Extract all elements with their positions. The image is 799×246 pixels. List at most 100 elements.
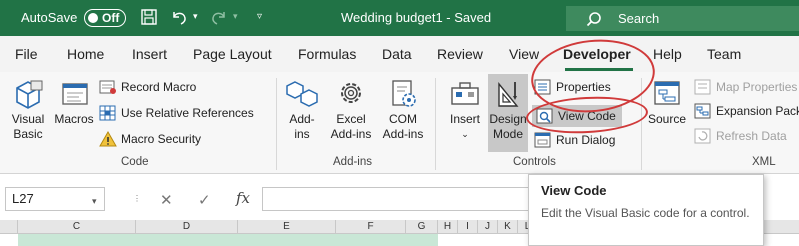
- tab-home[interactable]: Home: [67, 46, 104, 62]
- source-label: Source: [647, 112, 687, 126]
- insert-control-label: Insert: [449, 112, 480, 126]
- cancel-icon[interactable]: ✕: [160, 191, 173, 209]
- warning-icon: [99, 131, 117, 147]
- insert-function-icon[interactable]: fx: [236, 189, 250, 207]
- search-icon: [586, 11, 602, 27]
- run-dialog-label: Run Dialog: [556, 133, 616, 147]
- refresh-data-icon: [694, 128, 711, 144]
- search-placeholder: Search: [618, 11, 660, 26]
- controls-group-label: Controls: [513, 156, 556, 168]
- gear-icon: [341, 83, 361, 103]
- macros-label: Macros: [54, 112, 94, 126]
- record-macro-button[interactable]: Record Macro: [99, 76, 196, 98]
- code-group-label: Code: [121, 156, 149, 168]
- select-all-corner[interactable]: [0, 220, 18, 234]
- tab-insert[interactable]: Insert: [132, 46, 167, 62]
- visual-basic-button[interactable]: Visual Basic: [6, 78, 50, 142]
- macros-button[interactable]: Macros: [52, 78, 96, 127]
- insert-control-button[interactable]: Insert ⌄: [444, 78, 486, 142]
- excel-add-ins-button[interactable]: Excel Add-ins: [325, 78, 377, 142]
- tab-help[interactable]: Help: [653, 46, 682, 62]
- use-relative-references-button[interactable]: Use Relative References: [99, 102, 254, 124]
- column-header-k[interactable]: K: [498, 220, 518, 234]
- design-mode-icon: [498, 82, 519, 107]
- add-ins-button[interactable]: Add- ins: [282, 78, 322, 142]
- tooltip-description: Edit the Visual Basic code for a control…: [541, 206, 750, 220]
- toggle-knob: [88, 12, 98, 23]
- use-relative-references-label: Use Relative References: [121, 106, 254, 120]
- excel-add-ins-label-1: Excel: [336, 112, 366, 126]
- design-mode-label-2: Mode: [492, 127, 524, 141]
- column-header-i[interactable]: I: [458, 220, 478, 234]
- expansion-packs-button[interactable]: Expansion Packs: [694, 100, 799, 122]
- add-ins-icon: [286, 81, 318, 107]
- enter-icon[interactable]: ✓: [198, 191, 211, 209]
- column-header-j[interactable]: J: [478, 220, 498, 234]
- group-separator: [435, 78, 436, 170]
- design-mode-label-1: Design: [489, 112, 527, 126]
- column-header-d[interactable]: D: [136, 220, 238, 234]
- save-icon[interactable]: [140, 8, 160, 28]
- run-dialog-icon: [534, 132, 551, 148]
- formula-input[interactable]: [262, 187, 532, 211]
- insert-dropdown-icon: ⌄: [461, 129, 469, 139]
- map-properties-button: Map Properties: [694, 76, 797, 98]
- name-box[interactable]: L27: [5, 187, 105, 211]
- tab-data[interactable]: Data: [382, 46, 412, 62]
- com-add-ins-label-1: COM: [389, 112, 417, 126]
- com-add-ins-icon: [392, 80, 416, 107]
- com-add-ins-label-2: Add-ins: [382, 127, 424, 141]
- map-properties-icon: [694, 79, 711, 95]
- visual-basic-icon: [16, 80, 43, 109]
- name-box-value: L27: [12, 191, 34, 206]
- tab-page-layout[interactable]: Page Layout: [193, 46, 272, 62]
- group-separator: [276, 78, 277, 170]
- tab-review[interactable]: Review: [437, 46, 483, 62]
- visual-basic-label-1: Visual: [11, 112, 45, 126]
- add-ins-label-1: Add-: [289, 112, 315, 126]
- ribbon-panel: Visual Basic Macros Record Macro Use Rel…: [0, 72, 799, 174]
- com-add-ins-button[interactable]: COM Add-ins: [377, 78, 429, 142]
- redo-dropdown-icon: ▾: [233, 11, 238, 21]
- xml-source-icon: [654, 81, 680, 105]
- search-box[interactable]: Search: [566, 6, 799, 31]
- add-ins-label-2: ins: [294, 127, 310, 141]
- more-options-icon: ⋮: [133, 194, 141, 203]
- macros-icon: [62, 83, 88, 105]
- tab-view[interactable]: View: [509, 46, 539, 62]
- refresh-data-label: Refresh Data: [716, 129, 787, 143]
- autosave-toggle[interactable]: Off: [84, 9, 126, 27]
- column-header-f[interactable]: F: [336, 220, 406, 234]
- ribbon-tabs: File Home Insert Page Layout Formulas Da…: [0, 36, 799, 72]
- view-code-tooltip: View Code Edit the Visual Basic code for…: [528, 174, 764, 246]
- source-button[interactable]: Source: [646, 78, 688, 127]
- excel-window: AutoSave Off ▾ ▾ ▿ Wedding budget1 - Sav…: [0, 0, 799, 246]
- redo-icon: [210, 8, 230, 28]
- customize-toolbar-icon[interactable]: ▿: [257, 11, 277, 31]
- design-mode-button[interactable]: Design Mode: [488, 78, 528, 142]
- macro-security-button[interactable]: Macro Security: [99, 128, 201, 150]
- column-header-h[interactable]: H: [438, 220, 458, 234]
- toolbox-icon: [451, 82, 479, 105]
- record-macro-icon: [99, 80, 116, 94]
- column-header-e[interactable]: E: [238, 220, 336, 234]
- record-macro-label: Record Macro: [121, 80, 197, 94]
- macro-security-label: Macro Security: [121, 132, 202, 146]
- tab-file[interactable]: File: [15, 46, 38, 62]
- tab-formulas[interactable]: Formulas: [298, 46, 356, 62]
- excel-add-ins-label-2: Add-ins: [330, 127, 372, 141]
- map-properties-label: Map Properties: [716, 80, 798, 94]
- xml-group-label: XML: [752, 156, 776, 168]
- refresh-data-button: Refresh Data: [694, 125, 787, 147]
- column-header-g[interactable]: G: [406, 220, 438, 234]
- title-bar: AutoSave Off ▾ ▾ ▿ Wedding budget1 - Sav…: [0, 0, 799, 36]
- column-header-c[interactable]: C: [18, 220, 136, 234]
- expansion-packs-icon: [694, 103, 711, 119]
- add-ins-group-label: Add-ins: [333, 156, 372, 168]
- tab-team[interactable]: Team: [707, 46, 741, 62]
- visual-basic-label-2: Basic: [13, 127, 43, 141]
- undo-icon[interactable]: [170, 8, 190, 28]
- relative-references-icon: [99, 105, 116, 121]
- name-box-dropdown-icon[interactable]: ▾: [92, 196, 97, 207]
- selected-cell-range: [18, 234, 438, 246]
